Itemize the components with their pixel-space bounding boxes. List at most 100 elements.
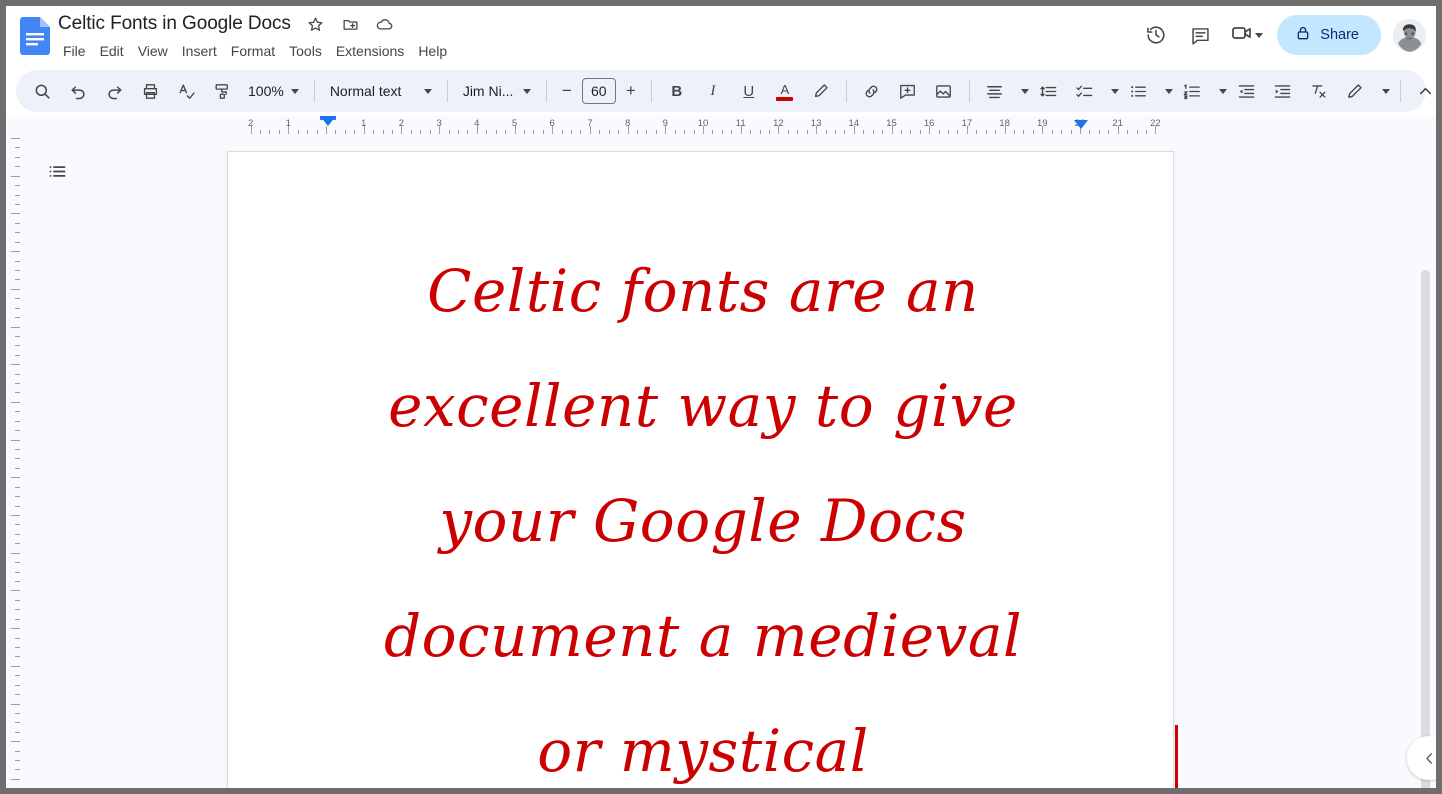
vruler-tick xyxy=(15,232,20,234)
vruler-tick xyxy=(15,317,20,319)
vruler-tick xyxy=(15,646,20,648)
vruler-tick xyxy=(11,364,20,366)
vruler-tick xyxy=(11,138,20,139)
vruler-tick xyxy=(11,213,20,215)
bulleted-list-dropdown[interactable] xyxy=(1158,76,1174,106)
align-dropdown[interactable] xyxy=(1014,76,1030,106)
ruler-number: 18 xyxy=(999,118,1010,129)
comment-icon[interactable] xyxy=(1180,15,1220,55)
scrollbar-thumb[interactable] xyxy=(1421,270,1430,788)
align-center-icon[interactable] xyxy=(980,76,1010,106)
font-size-input[interactable]: 60 xyxy=(581,78,616,104)
ruler-number: 8 xyxy=(624,118,631,129)
vruler-tick xyxy=(15,599,20,601)
share-label: Share xyxy=(1320,27,1359,43)
insert-link-icon[interactable] xyxy=(857,76,887,106)
cloud-saved-icon[interactable] xyxy=(372,11,398,37)
vruler-tick xyxy=(11,439,20,441)
line-spacing-icon[interactable] xyxy=(1034,76,1064,106)
zoom-selector[interactable]: 100% xyxy=(240,76,307,106)
vertical-scrollbar[interactable] xyxy=(1421,268,1430,788)
print-icon[interactable] xyxy=(135,76,165,106)
toolbar-right-group xyxy=(1337,76,1436,106)
right-indent-marker[interactable] xyxy=(1074,120,1088,129)
divider xyxy=(446,80,448,102)
search-icon[interactable] xyxy=(27,76,57,106)
document-page[interactable]: Celtic fonts are an excellent way to giv… xyxy=(227,151,1178,788)
menu-extensions[interactable]: Extensions xyxy=(329,39,411,63)
font-family-value: Jim Ni... xyxy=(462,83,514,99)
vruler-tick xyxy=(15,383,20,385)
menu-file[interactable]: File xyxy=(56,39,93,63)
star-icon[interactable] xyxy=(303,11,329,37)
checklist-dropdown[interactable] xyxy=(1104,76,1120,106)
vruler-tick xyxy=(15,712,20,714)
ruler-number: 21 xyxy=(1112,118,1123,129)
toolbar: 100% Normal text Jim Ni... − 60 + B I U … xyxy=(16,70,1432,112)
add-comment-icon[interactable] xyxy=(893,76,923,106)
menu-help[interactable]: Help xyxy=(411,39,454,63)
vertical-ruler xyxy=(6,134,20,788)
vruler-tick xyxy=(15,562,20,564)
vruler-tick xyxy=(15,449,20,451)
document-body-text[interactable]: Celtic fonts are an excellent way to giv… xyxy=(346,234,1060,788)
checklist-icon[interactable] xyxy=(1070,76,1100,106)
menu-insert[interactable]: Insert xyxy=(175,39,224,63)
text-color-button[interactable]: A xyxy=(770,76,800,106)
first-line-indent-marker[interactable] xyxy=(320,116,336,120)
numbered-list-dropdown[interactable] xyxy=(1212,76,1228,106)
underline-button[interactable]: U xyxy=(734,76,764,106)
collapse-toolbar-button[interactable] xyxy=(1411,76,1436,106)
vruler-tick xyxy=(15,147,20,149)
bold-button[interactable]: B xyxy=(662,76,692,106)
page-title[interactable]: Celtic Fonts in Google Docs xyxy=(56,10,293,38)
vruler-tick xyxy=(15,731,20,733)
spellcheck-icon[interactable] xyxy=(171,76,201,106)
edit-pencil-icon[interactable] xyxy=(1340,76,1370,106)
ruler-number: 14 xyxy=(848,118,860,129)
google-docs-logo-icon[interactable] xyxy=(18,15,52,57)
paint-format-icon[interactable] xyxy=(207,76,237,106)
decrease-font-size-button[interactable]: − xyxy=(554,78,580,104)
paragraph-style-selector[interactable]: Normal text xyxy=(322,76,440,106)
vruler-tick xyxy=(11,628,20,630)
avatar[interactable] xyxy=(1393,18,1426,52)
title-bar: Celtic Fonts in Google Docs File Edit Vi… xyxy=(6,6,1436,68)
vruler-tick xyxy=(11,778,20,780)
vruler-tick xyxy=(11,515,20,516)
vruler-tick xyxy=(15,194,20,196)
version-history-icon[interactable] xyxy=(1136,15,1176,55)
horizontal-ruler[interactable]: 1 2 1 2 3 4 5 6 7 8 9 10 11 12 13 14 15 16 17 18 19 20 21 22 xyxy=(6,116,1436,134)
ruler-number: 6 xyxy=(549,118,555,129)
document-outline-icon[interactable] xyxy=(40,154,74,188)
menu-view[interactable]: View xyxy=(131,39,175,63)
meet-button[interactable] xyxy=(1224,15,1267,55)
vruler-tick xyxy=(15,571,20,573)
undo-icon[interactable] xyxy=(63,76,93,106)
move-to-folder-icon[interactable] xyxy=(337,11,363,37)
italic-button[interactable]: I xyxy=(698,76,728,106)
share-button[interactable]: Share xyxy=(1277,15,1381,55)
decrease-indent-icon[interactable] xyxy=(1232,76,1262,106)
redo-icon[interactable] xyxy=(99,76,129,106)
menu-edit[interactable]: Edit xyxy=(93,39,131,63)
document-canvas: Celtic fonts are an excellent way to giv… xyxy=(6,134,1436,788)
menu-tools[interactable]: Tools xyxy=(282,39,329,63)
increase-font-size-button[interactable]: + xyxy=(618,78,644,104)
video-camera-icon xyxy=(1230,21,1254,50)
menu-format[interactable]: Format xyxy=(224,39,282,63)
chevron-down-icon xyxy=(522,88,531,94)
highlight-pen-icon[interactable] xyxy=(806,76,836,106)
numbered-list-icon[interactable] xyxy=(1178,76,1208,106)
editing-mode-dropdown[interactable] xyxy=(1375,76,1391,106)
increase-indent-icon[interactable] xyxy=(1268,76,1298,106)
bulleted-list-icon[interactable] xyxy=(1124,76,1154,106)
divider xyxy=(650,80,652,102)
clear-formatting-icon[interactable] xyxy=(1304,76,1334,106)
font-family-selector[interactable]: Jim Ni... xyxy=(455,76,539,106)
side-panel-toggle-button[interactable] xyxy=(1407,736,1436,780)
chevron-down-icon xyxy=(1255,32,1264,38)
vruler-tick xyxy=(11,288,20,290)
divider xyxy=(1399,80,1401,102)
insert-image-icon[interactable] xyxy=(929,76,959,106)
